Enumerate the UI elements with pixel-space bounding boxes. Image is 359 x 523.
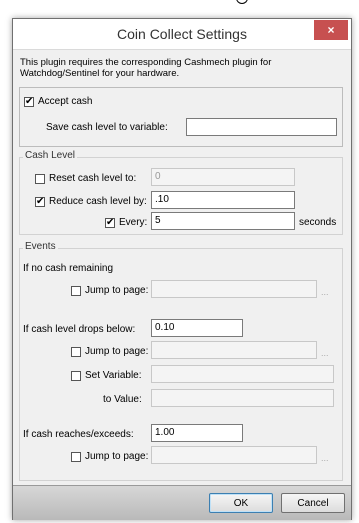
save-cash-label: Save cash level to variable: (46, 122, 168, 133)
dialog-title: Coin Collect Settings (117, 26, 247, 42)
events-legend: Events (23, 241, 58, 252)
set-variable-input[interactable] (151, 365, 334, 383)
close-button[interactable]: × (314, 20, 348, 40)
reaches-jump-checkbox[interactable] (71, 452, 81, 462)
drops-below-label: If cash level drops below: (23, 324, 136, 335)
reduce-cash-label: Reduce cash level by: (49, 196, 147, 207)
settings-dialog: Coin Collect Settings × This plugin requ… (12, 18, 352, 520)
accept-cash-checkbox[interactable] (24, 95, 34, 108)
cancel-button[interactable]: Cancel (281, 493, 345, 513)
drops-below-jump-input[interactable] (151, 341, 317, 359)
cash-level-legend: Cash Level (23, 150, 78, 161)
intro-text: This plugin requires the corresponding C… (20, 57, 272, 79)
every-checkbox[interactable] (105, 216, 115, 229)
reaches-jump-label: Jump to page: (85, 451, 149, 462)
ok-button[interactable]: OK (209, 493, 273, 513)
reaches-input[interactable]: 1.00 (151, 424, 243, 442)
reset-cash-checkbox[interactable] (35, 174, 45, 184)
reaches-jump-input[interactable] (151, 446, 317, 464)
drops-below-input[interactable]: 0.10 (151, 319, 243, 337)
drops-below-jump-label: Jump to page: (85, 346, 149, 357)
accept-cash-label: Accept cash (38, 96, 93, 107)
no-cash-label: If no cash remaining (23, 263, 114, 274)
reset-cash-input[interactable]: 0 (151, 168, 295, 186)
set-variable-label: Set Variable: (85, 370, 142, 381)
reaches-label: If cash reaches/exceeds: (23, 429, 134, 440)
accept-cash-box: Accept cash Save cash level to variable: (19, 87, 343, 147)
no-cash-browse-button[interactable]: ... (321, 287, 329, 297)
every-seconds-input[interactable]: 5 (151, 212, 295, 230)
to-value-label: to Value: (103, 394, 142, 405)
drops-below-jump-checkbox[interactable] (71, 347, 81, 357)
no-cash-jump-input[interactable] (151, 280, 317, 298)
reduce-cash-input[interactable]: .10 (151, 191, 295, 209)
to-value-input[interactable] (151, 389, 334, 407)
no-cash-jump-checkbox[interactable] (71, 286, 81, 296)
seconds-unit-label: seconds (299, 217, 337, 228)
reset-cash-label: Reset cash level to: (49, 173, 137, 184)
drops-below-browse-button[interactable]: ... (321, 348, 329, 358)
title-bar: Coin Collect Settings × (13, 19, 351, 50)
dialog-footer: OK Cancel (13, 485, 351, 520)
no-cash-jump-label: Jump to page: (85, 285, 149, 296)
set-variable-checkbox[interactable] (71, 371, 81, 381)
reaches-browse-button[interactable]: ... (321, 453, 329, 463)
reduce-cash-checkbox[interactable] (35, 195, 45, 208)
partial-glyph-top (236, 0, 248, 4)
every-label: Every: (119, 217, 148, 228)
save-cash-variable-input[interactable] (186, 118, 337, 136)
